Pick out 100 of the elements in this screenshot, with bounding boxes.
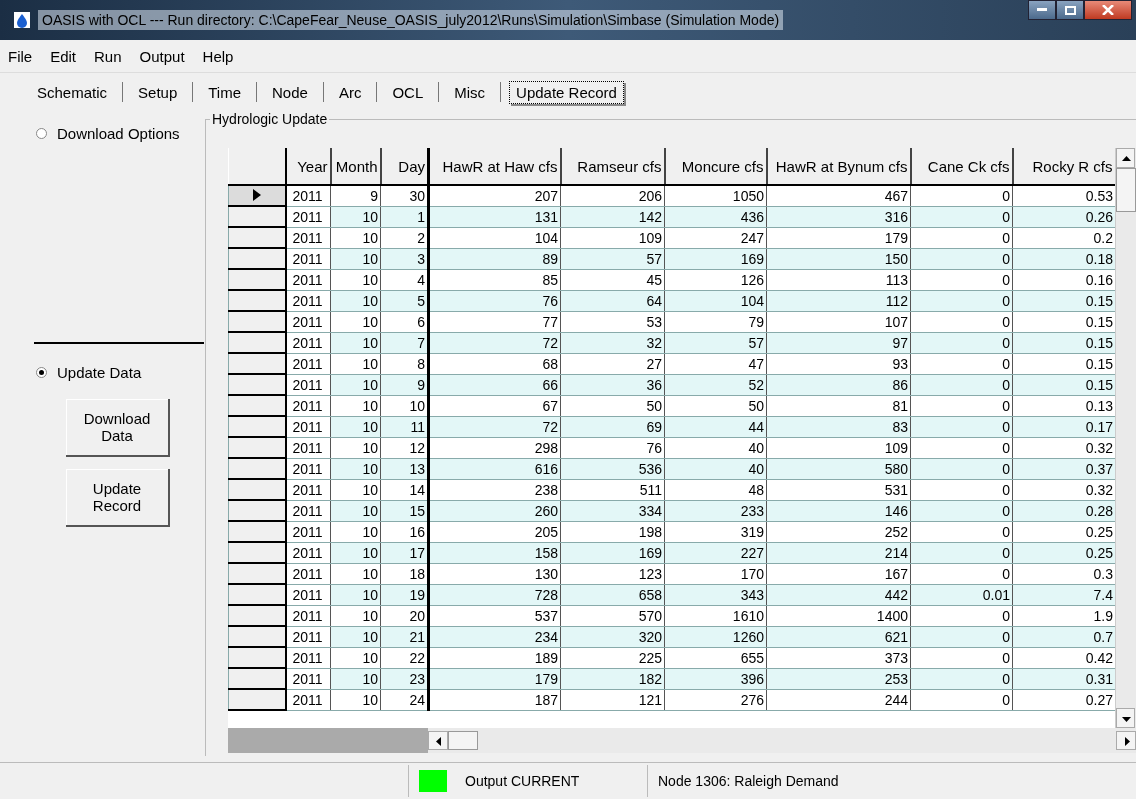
table-cell: 107 <box>766 311 911 332</box>
row-header[interactable] <box>228 668 286 689</box>
table-cell: 24 <box>380 689 429 710</box>
table-cell: 123 <box>560 563 665 584</box>
row-header[interactable] <box>228 185 286 206</box>
close-icon <box>1102 5 1114 15</box>
table-cell: 10 <box>330 269 381 290</box>
tab[interactable]: Update Record <box>509 80 624 104</box>
table-cell: 77 <box>428 311 561 332</box>
table-cell: 206 <box>560 185 665 206</box>
minimize-button[interactable] <box>1028 0 1056 20</box>
table-cell: 207 <box>428 185 561 206</box>
column-header[interactable]: Year <box>285 148 331 185</box>
action-button[interactable]: Download Data <box>66 399 170 457</box>
table-cell: 53 <box>560 311 665 332</box>
group-title: Hydrologic Update <box>210 111 330 127</box>
table-cell: 244 <box>766 689 911 710</box>
menu-item[interactable]: File <box>8 47 33 65</box>
row-header[interactable] <box>228 416 286 437</box>
maximize-button[interactable] <box>1056 0 1084 20</box>
tab[interactable]: Arc <box>331 80 369 104</box>
table-cell: 467 <box>766 185 911 206</box>
close-button[interactable] <box>1084 0 1132 20</box>
table-cell: 198 <box>560 521 665 542</box>
column-header[interactable]: Moncure cfs <box>664 148 767 185</box>
table-cell: 0 <box>910 437 1013 458</box>
row-header[interactable] <box>228 353 286 374</box>
row-header[interactable] <box>228 584 286 605</box>
radio-option[interactable]: Download Options <box>36 125 205 142</box>
tab[interactable]: Node <box>265 80 315 104</box>
row-header[interactable] <box>228 227 286 248</box>
row-header[interactable] <box>228 542 286 563</box>
table-cell: 81 <box>766 395 911 416</box>
table-cell: 373 <box>766 647 911 668</box>
row-header[interactable] <box>228 458 286 479</box>
tab[interactable]: Setup <box>131 80 185 104</box>
row-header[interactable] <box>228 500 286 521</box>
horizontal-scrollbar[interactable] <box>428 728 1136 753</box>
row-header[interactable] <box>228 248 286 269</box>
table-cell: 27 <box>560 353 665 374</box>
vertical-scrollbar[interactable] <box>1115 148 1136 728</box>
column-header[interactable]: Ramseur cfs <box>560 148 665 185</box>
table-cell: 10 <box>330 353 381 374</box>
row-header[interactable] <box>228 269 286 290</box>
menu-item[interactable]: Run <box>94 47 122 65</box>
maximize-icon <box>1064 5 1076 15</box>
column-header[interactable]: HawR at Bynum cfs <box>766 148 911 185</box>
row-header[interactable] <box>228 206 286 227</box>
column-header[interactable]: HawR at Haw cfs <box>428 148 561 185</box>
row-header[interactable] <box>228 479 286 500</box>
table-cell: 0 <box>910 521 1013 542</box>
table-cell: 10 <box>330 437 381 458</box>
table-cell: 10 <box>330 227 381 248</box>
row-header[interactable] <box>228 647 286 668</box>
table-cell: 531 <box>766 479 911 500</box>
current-row-icon <box>252 188 261 201</box>
table-cell: 10 <box>330 605 381 626</box>
table-cell: 50 <box>560 395 665 416</box>
row-header[interactable] <box>228 605 286 626</box>
table-cell: 113 <box>766 269 911 290</box>
column-header[interactable]: Month <box>330 148 381 185</box>
scroll-thumb[interactable] <box>1116 168 1136 212</box>
column-header[interactable]: Rocky R cfs <box>1012 148 1115 185</box>
table-cell: 511 <box>560 479 665 500</box>
menu-item[interactable]: Help <box>202 47 234 65</box>
row-header[interactable] <box>228 374 286 395</box>
tab[interactable]: Time <box>201 80 248 104</box>
row-header[interactable] <box>228 437 286 458</box>
table-cell: 205 <box>428 521 561 542</box>
table-cell: 170 <box>664 563 767 584</box>
row-header[interactable] <box>228 563 286 584</box>
row-header[interactable] <box>228 311 286 332</box>
scroll-thumb[interactable] <box>448 731 478 750</box>
table-cell: 79 <box>664 311 767 332</box>
table-cell: 47 <box>664 353 767 374</box>
table-cell: 0 <box>910 269 1013 290</box>
tab[interactable]: Schematic <box>30 80 115 104</box>
row-header[interactable] <box>228 395 286 416</box>
table-cell: 1610 <box>664 605 767 626</box>
row-header[interactable] <box>228 689 286 710</box>
minimize-icon <box>1037 8 1047 12</box>
row-header[interactable] <box>228 626 286 647</box>
table-cell: 121 <box>560 689 665 710</box>
menu-item[interactable]: Output <box>139 47 185 65</box>
radio-option[interactable]: Update Data <box>36 364 205 381</box>
row-header[interactable] <box>228 332 286 353</box>
action-button[interactable]: Update Record <box>66 469 170 527</box>
tab[interactable]: OCL <box>385 80 431 104</box>
table-cell: 655 <box>664 647 767 668</box>
column-header[interactable]: Day <box>380 148 429 185</box>
table-cell: 537 <box>428 605 561 626</box>
scroll-right-icon <box>1116 731 1136 750</box>
column-header[interactable]: Cane Ck cfs <box>910 148 1013 185</box>
menu-item[interactable]: Edit <box>50 47 77 65</box>
row-header[interactable] <box>228 290 286 311</box>
row-header[interactable] <box>228 521 286 542</box>
table-cell: 130 <box>428 563 561 584</box>
tab[interactable]: Misc <box>447 80 493 104</box>
table-cell: 276 <box>664 689 767 710</box>
table-cell: 570 <box>560 605 665 626</box>
